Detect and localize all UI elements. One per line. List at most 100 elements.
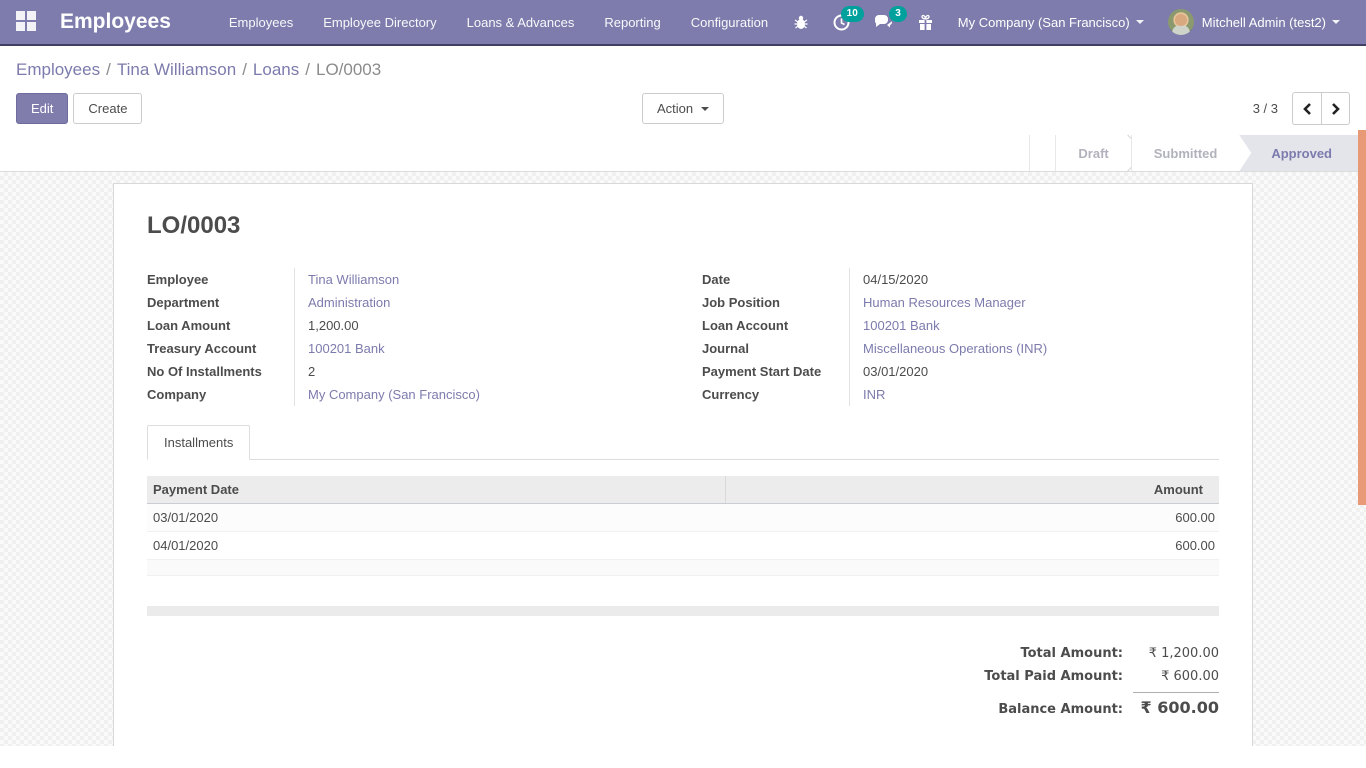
- field-value-link[interactable]: INR: [849, 383, 1219, 406]
- totals-block: Total Amount: ₹ 1,200.00 Total Paid Amou…: [919, 642, 1219, 721]
- pager-count[interactable]: 3 / 3: [1253, 101, 1278, 116]
- field-label: Job Position: [702, 291, 849, 314]
- menu-employees[interactable]: Employees: [217, 7, 305, 38]
- field-date: Date 04/15/2020: [702, 268, 1219, 291]
- pager-next-button[interactable]: [1321, 92, 1350, 125]
- chevron-right-icon: [1330, 102, 1341, 116]
- field-column-left: Employee Tina Williamson Department Admi…: [147, 268, 664, 406]
- company-switcher[interactable]: My Company (San Francisco): [948, 9, 1154, 36]
- chevron-down-icon: [1136, 20, 1144, 24]
- field-label: Loan Amount: [147, 314, 294, 337]
- field-treasury-account: Treasury Account 100201 Bank: [147, 337, 664, 360]
- control-panel: Employees/Tina Williamson/Loans/LO/0003 …: [0, 46, 1366, 135]
- breadcrumb-employees[interactable]: Employees: [16, 60, 100, 79]
- notebook: Installments Payment Date Amount 03/01/2…: [147, 424, 1219, 616]
- vertical-scrollbar-thumb[interactable]: [1358, 130, 1366, 505]
- field-label: Currency: [702, 383, 849, 406]
- app-brand[interactable]: Employees: [60, 10, 171, 34]
- table-row[interactable]: 04/01/2020 600.00: [147, 532, 1219, 560]
- field-label: Employee: [147, 268, 294, 291]
- action-dropdown-button[interactable]: Action: [642, 93, 724, 124]
- status-step-submitted[interactable]: Submitted: [1131, 135, 1240, 171]
- breadcrumb: Employees/Tina Williamson/Loans/LO/0003: [16, 54, 1350, 84]
- field-value: 03/01/2020: [849, 360, 1219, 383]
- field-loan-account: Loan Account 100201 Bank: [702, 314, 1219, 337]
- column-header-payment-date[interactable]: Payment Date: [147, 476, 726, 504]
- statusbar: Draft Submitted Approved: [0, 135, 1366, 172]
- field-value-link[interactable]: Miscellaneous Operations (INR): [849, 337, 1219, 360]
- balance-amount-row: Balance Amount: ₹ 600.00: [919, 688, 1219, 721]
- field-label: Loan Account: [702, 314, 849, 337]
- record-title: LO/0003: [147, 212, 1219, 240]
- status-step-draft[interactable]: Draft: [1055, 135, 1130, 171]
- table-header-row: Payment Date Amount: [147, 476, 1219, 504]
- pager-previous-button[interactable]: [1292, 92, 1321, 125]
- pager: [1292, 92, 1350, 125]
- breadcrumb-tina-williamson[interactable]: Tina Williamson: [117, 60, 236, 79]
- table-row[interactable]: 03/01/2020 600.00: [147, 504, 1219, 532]
- field-value-link[interactable]: Tina Williamson: [294, 268, 664, 291]
- message-count-badge: 3: [889, 6, 907, 22]
- field-label: Treasury Account: [147, 337, 294, 360]
- field-job-position: Job Position Human Resources Manager: [702, 291, 1219, 314]
- statusbar-divider: [1029, 135, 1055, 171]
- total-paid-amount-label: Total Paid Amount:: [984, 669, 1133, 684]
- field-value: 1,200.00: [294, 314, 664, 337]
- cell-amount[interactable]: 600.00: [726, 504, 1219, 532]
- menu-configuration[interactable]: Configuration: [679, 7, 780, 38]
- table-empty-row: [147, 560, 1219, 576]
- messages-chat-icon[interactable]: 3: [864, 8, 903, 36]
- total-paid-amount-value: ₹ 600.00: [1133, 669, 1219, 684]
- field-label: Date: [702, 268, 849, 291]
- menu-employee-directory[interactable]: Employee Directory: [311, 7, 448, 38]
- field-journal: Journal Miscellaneous Operations (INR): [702, 337, 1219, 360]
- field-value-link[interactable]: My Company (San Francisco): [294, 383, 664, 406]
- menu-loans-advances[interactable]: Loans & Advances: [455, 7, 587, 38]
- tab-installments[interactable]: Installments: [147, 425, 250, 460]
- table-footer-strip: [147, 606, 1219, 616]
- breadcrumb-loans[interactable]: Loans: [253, 60, 299, 79]
- user-menu[interactable]: Mitchell Admin (test2): [1158, 3, 1350, 41]
- create-button[interactable]: Create: [73, 93, 142, 124]
- cell-payment-date[interactable]: 04/01/2020: [147, 532, 726, 560]
- systray: 10 3 My Company (San Francisco) Mitchell…: [783, 3, 1350, 41]
- edit-button[interactable]: Edit: [16, 93, 68, 124]
- field-no-of-installments: No Of Installments 2: [147, 360, 664, 383]
- cell-amount[interactable]: 600.00: [726, 532, 1219, 560]
- gift-icon[interactable]: [907, 8, 944, 37]
- field-value-link[interactable]: Administration: [294, 291, 664, 314]
- breadcrumb-separator: /: [100, 60, 117, 79]
- column-header-amount[interactable]: Amount: [726, 476, 1219, 504]
- total-amount-value: ₹ 1,200.00: [1133, 646, 1219, 661]
- menu-reporting[interactable]: Reporting: [592, 7, 672, 38]
- field-label: Company: [147, 383, 294, 406]
- chevron-left-icon: [1302, 102, 1313, 116]
- company-name: My Company (San Francisco): [958, 15, 1130, 30]
- field-value-link[interactable]: Human Resources Manager: [849, 291, 1219, 314]
- field-column-right: Date 04/15/2020 Job Position Human Resou…: [702, 268, 1219, 406]
- apps-menu-icon[interactable]: [16, 11, 38, 33]
- field-value-link[interactable]: 100201 Bank: [294, 337, 664, 360]
- status-step-approved[interactable]: Approved: [1239, 135, 1358, 171]
- balance-amount-label: Balance Amount:: [998, 702, 1133, 717]
- activities-clock-icon[interactable]: 10: [823, 8, 860, 37]
- table-spacer: [147, 576, 1219, 606]
- breadcrumb-separator: /: [236, 60, 253, 79]
- total-paid-amount-row: Total Paid Amount: ₹ 600.00: [919, 665, 1219, 688]
- field-loan-amount: Loan Amount 1,200.00: [147, 314, 664, 337]
- debug-bug-icon[interactable]: [783, 8, 819, 36]
- field-currency: Currency INR: [702, 383, 1219, 406]
- main-menu: Employees Employee Directory Loans & Adv…: [217, 7, 780, 38]
- field-employee: Employee Tina Williamson: [147, 268, 664, 291]
- field-label: Journal: [702, 337, 849, 360]
- action-label: Action: [657, 101, 693, 116]
- control-panel-buttons: Edit Create Action 3 / 3: [16, 84, 1350, 135]
- chevron-down-icon: [701, 107, 709, 111]
- field-grid: Employee Tina Williamson Department Admi…: [147, 268, 1219, 406]
- field-value: 2: [294, 360, 664, 383]
- balance-amount-value: ₹ 600.00: [1133, 692, 1219, 717]
- field-value-link[interactable]: 100201 Bank: [849, 314, 1219, 337]
- cell-payment-date[interactable]: 03/01/2020: [147, 504, 726, 532]
- user-name: Mitchell Admin (test2): [1202, 15, 1326, 30]
- chevron-down-icon: [1332, 20, 1340, 24]
